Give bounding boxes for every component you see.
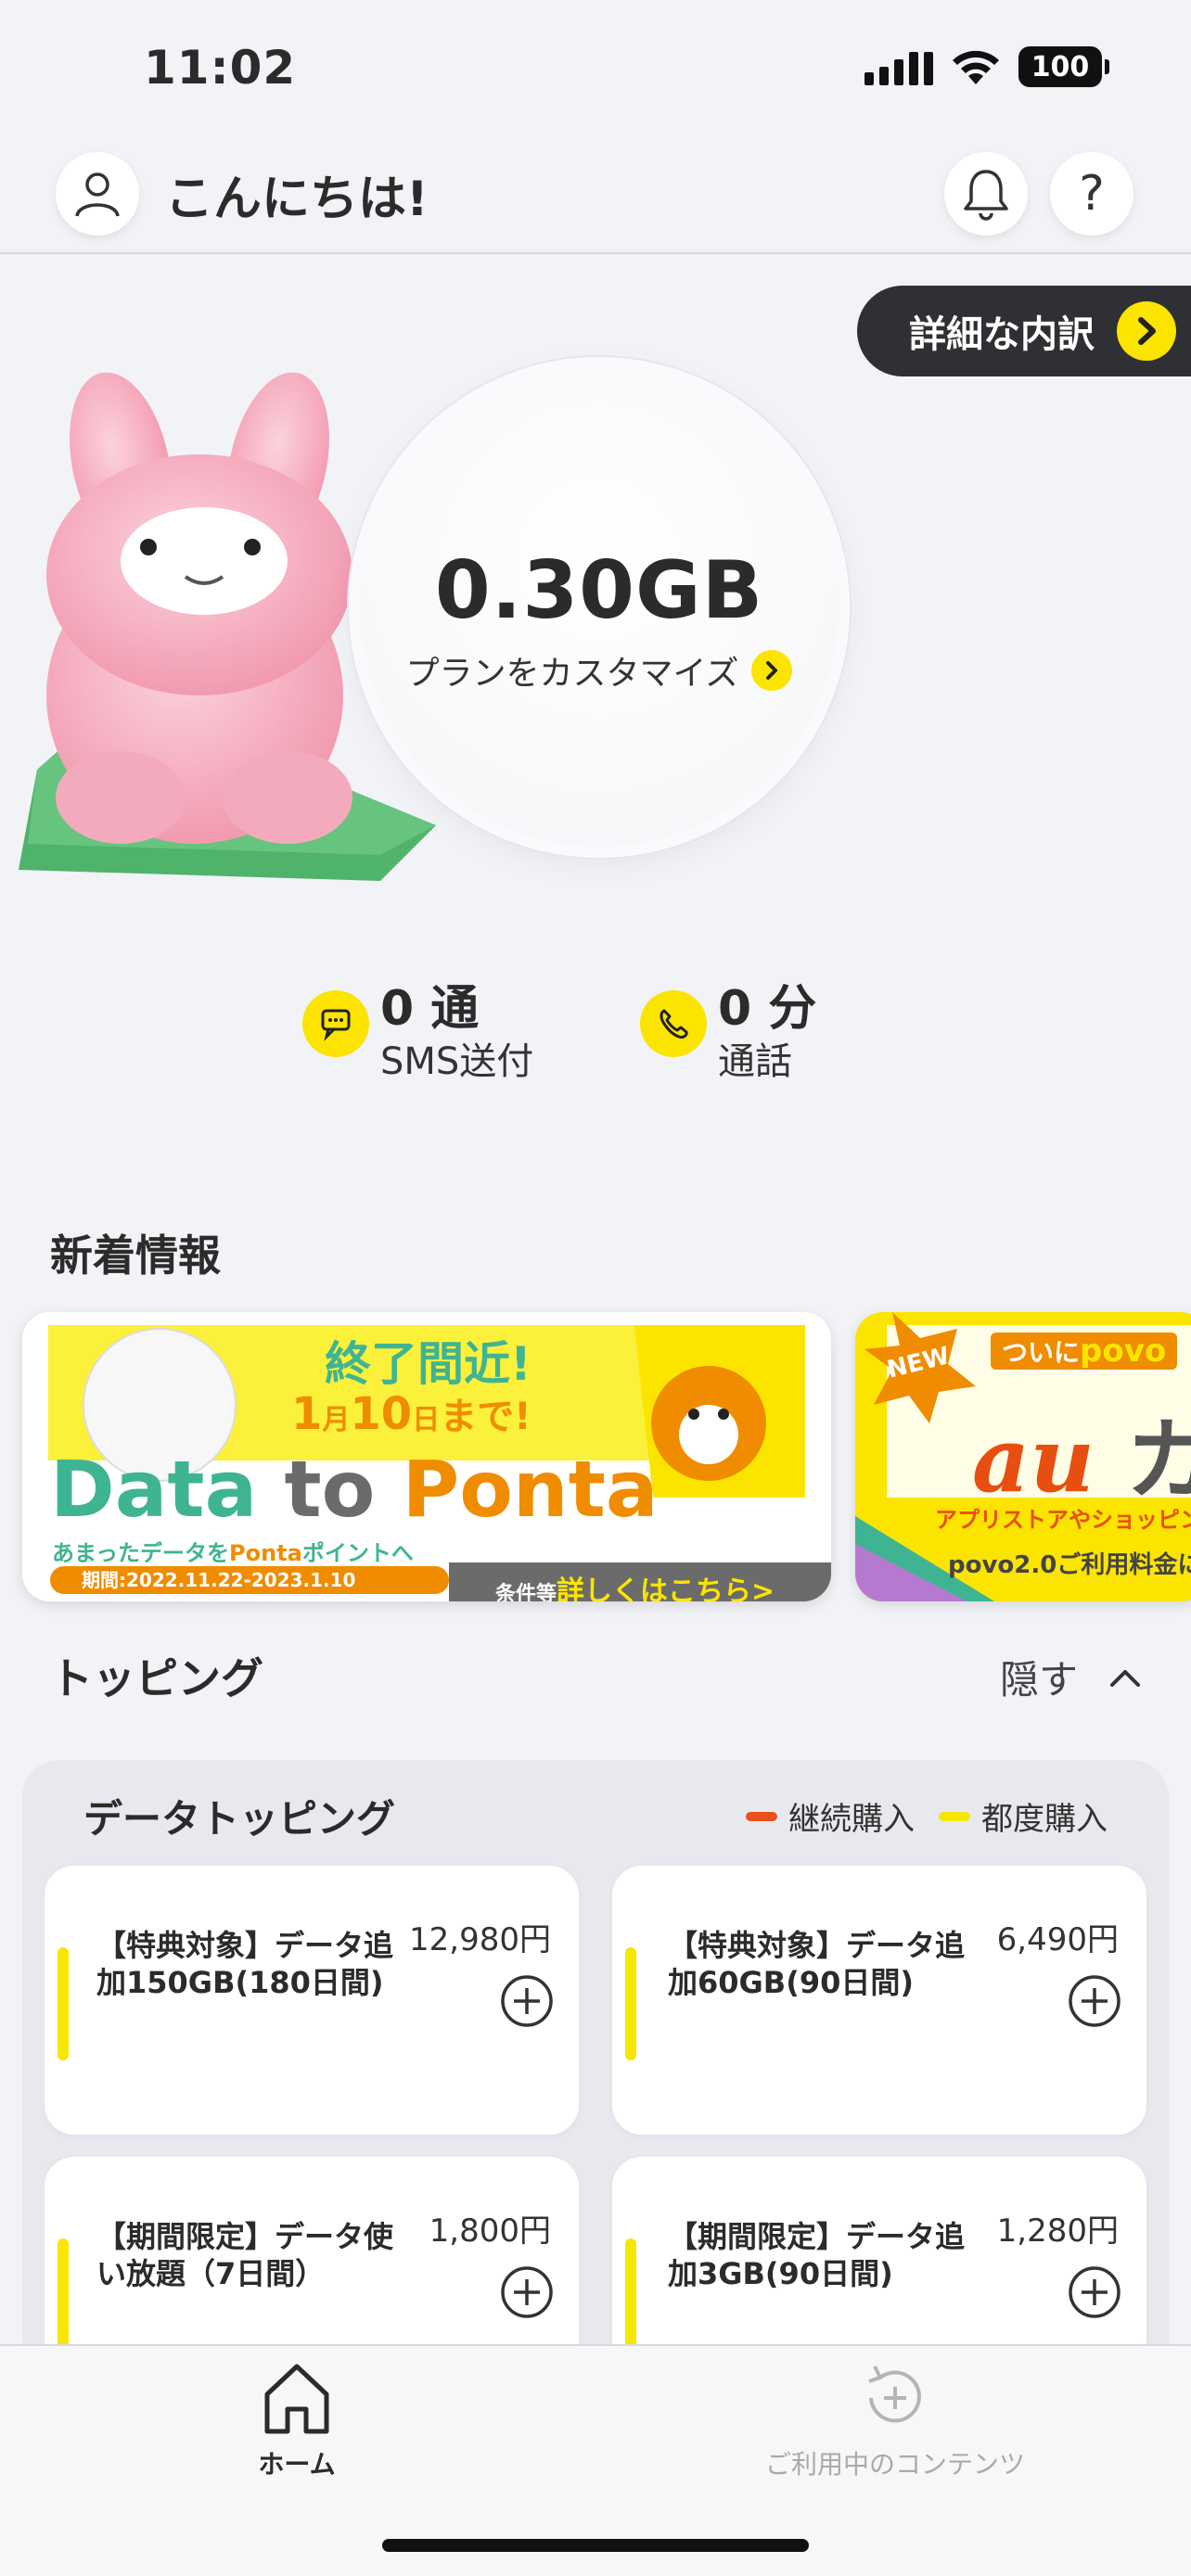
home-icon — [264, 2364, 329, 2434]
data-balance-circle: 0.30GB プランをカスタマイズ — [349, 357, 850, 858]
banner1-title-data: Data — [50, 1444, 258, 1535]
sms-icon — [302, 990, 369, 1057]
topping-name: 【特典対象】データ追加150GB(180日間) — [96, 1928, 394, 2000]
one-time-indicator — [625, 1947, 636, 2060]
app-header: こんにちは! ? — [0, 139, 1191, 254]
banner1-title-ponta: Ponta — [402, 1444, 659, 1535]
detail-breakdown-button[interactable]: 詳細な内訳 — [857, 286, 1191, 376]
banner2-headline: ついにpovo — [991, 1333, 1178, 1370]
legend-label-one-time: 都度購入 — [981, 1801, 1108, 1838]
call-stat-text: 0 分 通話 — [718, 981, 816, 1087]
data-topping-title: データトッピング — [83, 1796, 396, 1842]
banner1-desc-prefix: あまったデータを — [52, 1540, 230, 1566]
topping-section-title: トッピング — [50, 1653, 263, 1703]
sms-stat: 0 通 SMS送付 — [302, 981, 533, 1087]
user-icon — [75, 172, 120, 217]
subscription-refresh-icon — [868, 2366, 921, 2423]
topping-card[interactable]: 【特典対象】データ追加60GB(90日間) 6,490円 — [612, 1866, 1146, 2135]
banner1-day-unit: 日 — [412, 1404, 441, 1436]
status-icons: 100 — [864, 46, 1109, 87]
news-banner-data-to-ponta[interactable]: 終了間近! 1月10日まで! Data to Ponta あまったデータをPon… — [22, 1312, 831, 1601]
legend-swatch-one-time — [939, 1811, 970, 1821]
legend-item-subscription: 継続購入 — [746, 1793, 915, 1839]
banner2-line1: アプリストアやショッピング — [935, 1507, 1191, 1533]
banner1-cta-prefix: 条件等 — [495, 1583, 557, 1601]
news-section-title: 新着情報 — [50, 1231, 221, 1281]
hide-topping-toggle[interactable]: 隠す — [1000, 1649, 1141, 1705]
nav-content-label: ご利用中のコンテンツ — [764, 2449, 1025, 2480]
banner1-month: 1 — [291, 1388, 323, 1440]
au-logo-text: au — [972, 1408, 1095, 1512]
one-time-indicator — [58, 1947, 69, 2060]
customize-plan-label: プランをカスタマイズ — [405, 655, 739, 693]
au-logo-tail: カ — [1125, 1408, 1191, 1512]
topping-name: 【期間限定】データ使い放題（7日間） — [96, 2219, 394, 2291]
bell-icon — [964, 170, 1008, 221]
news-banner-au-pay[interactable]: NEW ついにpovo au カ アプリストアやショッピング povo2.0ご利… — [855, 1312, 1191, 1601]
topping-name: 【期間限定】データ追加3GB(90日間) — [668, 2219, 966, 2291]
chevron-up-icon — [1110, 1669, 1141, 1687]
legend-swatch-subscription — [746, 1811, 777, 1821]
topping-price: 12,980円 — [409, 1921, 551, 1958]
chevron-right-icon — [751, 650, 793, 691]
au-logo: au カ — [972, 1388, 1191, 1517]
banner1-headline: 終了間近! — [325, 1337, 531, 1391]
banner1-month-unit: 月 — [322, 1404, 351, 1436]
topping-card[interactable]: 【特典対象】データ追加150GB(180日間) 12,980円 — [45, 1866, 579, 2135]
banner2-line2: povo2.0ご利用料金に — [948, 1551, 1191, 1579]
banner1-day: 10 — [350, 1388, 413, 1440]
battery-icon: 100 — [1018, 46, 1109, 87]
topping-price: 1,280円 — [996, 2213, 1119, 2250]
sms-stat-text: 0 通 SMS送付 — [380, 981, 533, 1087]
detail-breakdown-label: 詳細な内訳 — [909, 313, 1095, 356]
topping-price: 6,490円 — [996, 1921, 1119, 1958]
nav-home-label: ホーム — [258, 2449, 336, 2480]
legend-label-subscription: 継続購入 — [788, 1801, 915, 1838]
phone-icon — [640, 990, 707, 1057]
call-stat: 0 分 通話 — [640, 981, 816, 1087]
status-bar: 11:02 100 — [0, 0, 1191, 139]
sms-count: 0 通 — [380, 981, 480, 1037]
banner1-title: Data to Ponta — [50, 1444, 659, 1535]
legend-item-one-time: 都度購入 — [939, 1793, 1108, 1839]
banner1-until-suffix: まで! — [440, 1396, 531, 1438]
add-circle-icon[interactable] — [499, 2264, 555, 2320]
data-remaining-amount: 0.30GB — [434, 544, 764, 637]
topping-name: 【特典対象】データ追加60GB(90日間) — [668, 1928, 966, 2000]
status-time: 11:02 — [144, 41, 297, 95]
one-time-indicator — [625, 2238, 636, 2352]
banner1-title-to: to — [284, 1444, 376, 1535]
add-circle-icon[interactable] — [499, 1973, 555, 2029]
cellular-signal-icon — [864, 48, 933, 85]
chevron-right-icon — [1117, 301, 1176, 361]
add-circle-icon[interactable] — [1067, 2264, 1122, 2320]
banner2-headline-prefix: ついに — [1002, 1337, 1081, 1368]
home-indicator[interactable] — [382, 2539, 809, 2552]
banner1-period: 期間:2022.11.22-2023.1.10 — [50, 1566, 449, 1594]
nav-content-tab[interactable]: ご利用中のコンテンツ — [761, 2359, 1030, 2481]
call-minutes: 0 分 — [718, 981, 817, 1037]
banner1-cta: 条件等詳しくはこちら> — [495, 1568, 775, 1601]
question-icon: ? — [1079, 166, 1105, 222]
add-circle-icon[interactable] — [1067, 1973, 1122, 2029]
wifi-icon — [950, 47, 1002, 86]
banner1-desc-suffix: ポイントへ — [301, 1540, 414, 1566]
banner1-until: 1月10日まで! — [291, 1386, 531, 1440]
topping-price: 1,800円 — [429, 2213, 551, 2250]
banner2-headline-brand: povo — [1080, 1333, 1167, 1370]
banner1-cta-text: 詳しくはこちら> — [557, 1575, 775, 1601]
sms-label: SMS送付 — [380, 1040, 534, 1083]
customize-plan-link[interactable]: プランをカスタマイズ — [360, 646, 839, 695]
greeting-text: こんにちは! — [165, 172, 429, 227]
banner1-description: あまったデータをPontaポイントへ — [52, 1535, 414, 1567]
topping-legend: 継続購入 都度購入 — [746, 1793, 1108, 1839]
profile-button[interactable] — [56, 152, 139, 236]
notifications-button[interactable] — [944, 152, 1028, 236]
one-time-indicator — [58, 2238, 69, 2352]
nav-home-tab[interactable]: ホーム — [249, 2359, 345, 2481]
banner1-desc-ponta: Ponta — [229, 1540, 302, 1566]
hide-toggle-label: 隠す — [1000, 1657, 1079, 1702]
help-button[interactable]: ? — [1050, 152, 1133, 236]
call-label: 通話 — [718, 1040, 792, 1083]
